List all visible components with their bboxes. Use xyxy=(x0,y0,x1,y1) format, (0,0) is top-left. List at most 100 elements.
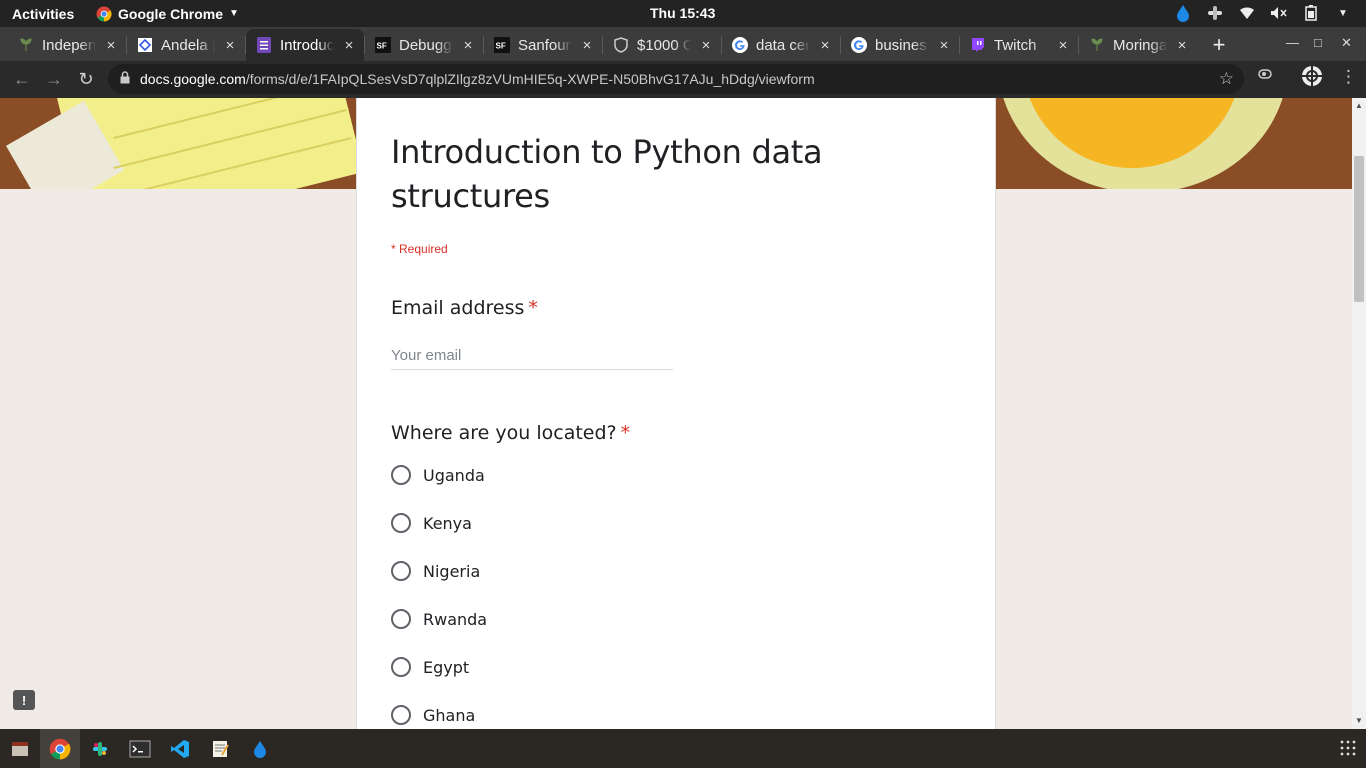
browser-tab[interactable]: Introduction × xyxy=(246,29,364,61)
radio-option[interactable]: Egypt xyxy=(391,657,469,677)
bookmark-star-icon[interactable]: ☆ xyxy=(1219,69,1234,89)
dock-vscode[interactable] xyxy=(160,729,200,768)
tab-title: Introduction xyxy=(280,36,334,54)
dropbox-drop-icon[interactable] xyxy=(1174,4,1192,22)
dock-chrome[interactable] xyxy=(40,729,80,768)
tab-title: Moringa xyxy=(1113,36,1167,54)
dock-files[interactable] xyxy=(0,729,40,768)
radio-option[interactable]: Kenya xyxy=(391,513,472,533)
vscode-icon xyxy=(171,739,189,758)
drop-icon xyxy=(254,740,266,758)
option-label: Ghana xyxy=(423,705,476,725)
browser-tab[interactable]: Independent × xyxy=(8,29,126,61)
scroll-thumb[interactable] xyxy=(1354,156,1364,302)
volume-mute-icon[interactable] xyxy=(1270,4,1288,22)
radio-button[interactable] xyxy=(391,465,411,485)
dock-terminal[interactable] xyxy=(120,729,160,768)
browser-tab[interactable]: Moringa × xyxy=(1079,29,1197,61)
tab-title: Andela | xyxy=(161,36,215,54)
browser-tab[interactable]: SF Debugging × xyxy=(365,29,483,61)
url-host: docs.google.com xyxy=(140,71,246,87)
system-tray[interactable]: ▼ xyxy=(1174,4,1352,22)
radio-button[interactable] xyxy=(391,513,411,533)
feedback-icon[interactable]: ! xyxy=(13,690,35,710)
maximize-icon[interactable]: □ xyxy=(1314,35,1322,50)
back-icon[interactable]: ← xyxy=(6,65,38,95)
sf-icon: SF xyxy=(375,37,391,53)
dock-text-editor[interactable] xyxy=(200,729,240,768)
app-name: Google Chrome xyxy=(118,5,224,22)
tab-title: Sanfoundry xyxy=(518,36,572,54)
close-icon[interactable]: × xyxy=(1056,37,1070,54)
location-label: Where are you located? xyxy=(391,422,617,444)
scroll-down-icon[interactable]: ▼ xyxy=(1355,716,1363,725)
close-icon[interactable]: × xyxy=(461,37,475,54)
page-scrollbar[interactable]: ▲ ▼ xyxy=(1352,98,1366,729)
close-icon[interactable]: × xyxy=(104,37,118,54)
plant-icon xyxy=(18,37,34,53)
email-label: Email address xyxy=(391,297,525,319)
browser-tab[interactable]: SF Sanfoundry × xyxy=(484,29,602,61)
menu-kebab-icon[interactable]: ⋮ xyxy=(1340,67,1357,87)
tab-title: business xyxy=(875,36,929,54)
battery-icon[interactable] xyxy=(1302,4,1320,22)
close-icon[interactable]: × xyxy=(223,37,237,54)
browser-tab[interactable]: $1000 Gi × xyxy=(603,29,721,61)
shield-icon xyxy=(613,37,629,53)
page-viewport: Introduction to Python data structures *… xyxy=(0,98,1352,729)
new-tab-plus-icon[interactable]: + xyxy=(1199,29,1239,61)
plant-icon xyxy=(1089,37,1105,53)
close-icon[interactable]: × xyxy=(580,37,594,54)
close-icon[interactable]: × xyxy=(1175,37,1189,54)
window-close-icon[interactable]: ✕ xyxy=(1341,35,1352,51)
browser-tab[interactable]: data center × xyxy=(722,29,840,61)
radio-button[interactable] xyxy=(391,657,411,677)
radio-button[interactable] xyxy=(391,705,411,725)
close-icon[interactable]: × xyxy=(699,37,713,54)
scroll-up-icon[interactable]: ▲ xyxy=(1355,101,1363,110)
wifi-icon[interactable] xyxy=(1238,4,1256,22)
radio-option[interactable]: Nigeria xyxy=(391,561,480,581)
slack-icon xyxy=(93,741,107,756)
activities-button[interactable]: Activities xyxy=(0,6,96,22)
required-star: * xyxy=(528,297,538,319)
show-apps-grid-icon[interactable] xyxy=(1340,740,1356,761)
question-email: Email address * xyxy=(391,297,538,319)
forms-icon xyxy=(256,37,272,53)
radio-button[interactable] xyxy=(391,561,411,581)
caret-down-icon: ▼ xyxy=(229,8,239,19)
tab-title: Debugging xyxy=(399,36,453,54)
tab-title: Twitch xyxy=(994,36,1037,54)
email-field[interactable] xyxy=(391,342,673,370)
close-icon[interactable]: × xyxy=(818,37,832,54)
browser-tab[interactable]: Twitch × xyxy=(960,29,1078,61)
form-title: Introduction to Python data structures xyxy=(391,133,823,215)
minimize-icon[interactable]: — xyxy=(1286,35,1299,50)
browser-tab[interactable]: Andela | × xyxy=(127,29,245,61)
close-icon[interactable]: × xyxy=(937,37,951,54)
system-top-bar: Activities Google Chrome ▼ Thu 15:43 ▼ xyxy=(0,0,1366,27)
radio-option[interactable]: Uganda xyxy=(391,465,485,485)
lock-icon[interactable] xyxy=(120,71,130,87)
reload-icon[interactable]: ↻ xyxy=(70,65,102,95)
clock[interactable]: Thu 15:43 xyxy=(650,5,715,21)
caret-down-icon[interactable]: ▼ xyxy=(1334,4,1352,22)
app-menu[interactable]: Google Chrome ▼ xyxy=(96,6,239,22)
close-icon[interactable]: × xyxy=(342,37,356,54)
forward-icon[interactable]: → xyxy=(38,65,70,95)
radio-option[interactable]: Rwanda xyxy=(391,609,487,629)
dock xyxy=(0,729,1366,768)
radio-button[interactable] xyxy=(391,609,411,629)
browser-tab[interactable]: business × xyxy=(841,29,959,61)
address-bar[interactable]: docs.google.com/forms/d/e/1FAIpQLSesVsD7… xyxy=(108,64,1244,94)
dock-dropbox[interactable] xyxy=(240,729,280,768)
terminal-icon xyxy=(129,740,151,757)
dock-slack[interactable] xyxy=(80,729,120,768)
tab-title: data center xyxy=(756,36,810,54)
tab-title: Independent xyxy=(42,36,96,54)
slack-icon[interactable] xyxy=(1206,4,1224,22)
radio-option[interactable]: Ghana xyxy=(391,705,475,725)
extension-icon[interactable] xyxy=(1257,65,1275,88)
andela-icon xyxy=(137,37,153,53)
profile-avatar[interactable] xyxy=(1301,65,1323,92)
